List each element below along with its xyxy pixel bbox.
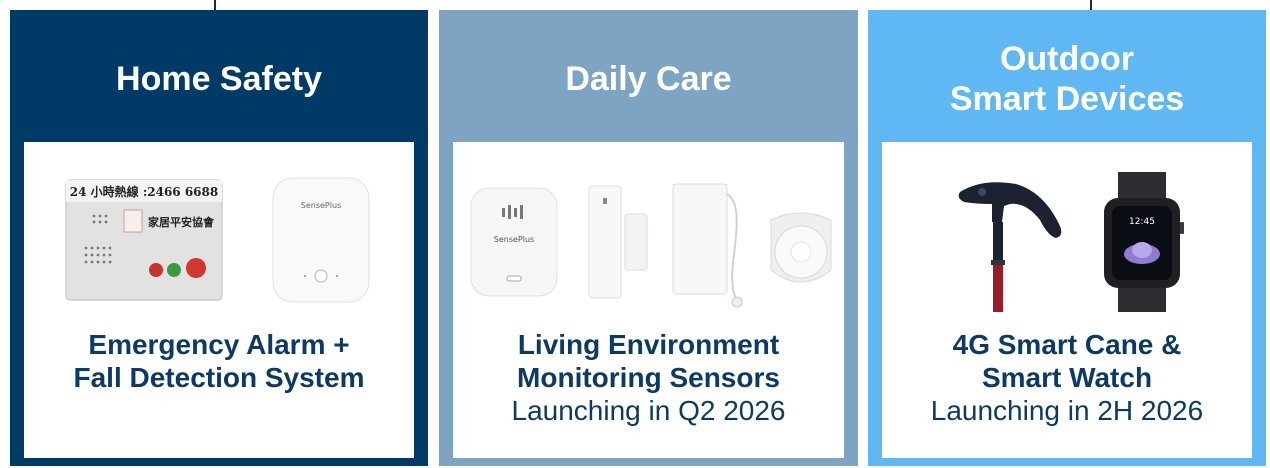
door-sensor-image [588, 185, 648, 299]
card-title: Daily Care [565, 60, 732, 98]
card-caption: 4G Smart Cane & Smart Watch Launching in… [882, 328, 1252, 427]
hub-brand-text: SensePlus [494, 235, 534, 244]
fall-detection-sensor-image: SensePlus [272, 177, 370, 303]
senseplus-hub-image: SensePlus [470, 187, 558, 297]
card-header: Home Safety [10, 10, 428, 148]
card-caption: Emergency Alarm + Fall Detection System [24, 328, 414, 394]
smart-watch-image: 12:45 [1104, 172, 1184, 312]
outdoor-smart-devices-card: Outdoor Smart Devices 12:45 4G Smart Can… [868, 10, 1266, 466]
product-name: 4G Smart Cane & Smart Watch [952, 329, 1182, 393]
product-name: Emergency Alarm + Fall Detection System [73, 329, 365, 393]
smart-cane-image [958, 182, 1062, 312]
launch-info: Launching in Q2 2026 [511, 395, 786, 426]
card-caption: Living Environment Monitoring Sensors La… [453, 328, 844, 427]
sensor-brand-text: SensePlus [301, 201, 341, 210]
alarm-hotline-text: 24 小時熱線 :2466 6688 [70, 184, 218, 199]
card-header: Outdoor Smart Devices [868, 10, 1266, 148]
alarm-green-button [167, 263, 181, 277]
alarm-red-button [149, 263, 163, 277]
launch-info: Launching in 2H 2026 [930, 395, 1204, 426]
card-content: SensePlus Living Environment Monitoring … [453, 142, 844, 458]
alarm-org-text: 家居平安協會 [148, 215, 215, 229]
alarm-big-red-button [186, 258, 206, 278]
product-name: Living Environment Monitoring Sensors [517, 329, 780, 393]
card-content: 12:45 4G Smart Cane & Smart Watch Launch… [882, 142, 1252, 458]
product-images: 24 小時熱線 :2466 6688 家居平安協會 SensePlus [24, 164, 414, 314]
motion-sensor-image [770, 212, 832, 283]
card-header: Daily Care [439, 10, 858, 148]
emergency-alarm-image: 24 小時熱線 :2466 6688 家居平安協會 [65, 179, 223, 301]
watch-time-text: 12:45 [1129, 217, 1155, 227]
card-title: Outdoor Smart Devices [949, 40, 1185, 118]
home-safety-card: Home Safety 24 小時熱線 :2466 6688 家居平安協會 Se… [10, 10, 428, 466]
product-images: 12:45 [882, 164, 1252, 314]
product-images: SensePlus [453, 164, 844, 314]
daily-care-card: Daily Care SensePlus Living Environment … [439, 10, 858, 466]
environment-sensor-image [672, 183, 743, 308]
card-content: 24 小時熱線 :2466 6688 家居平安協會 SensePlus Emer… [24, 142, 414, 458]
card-title: Home Safety [116, 60, 322, 98]
